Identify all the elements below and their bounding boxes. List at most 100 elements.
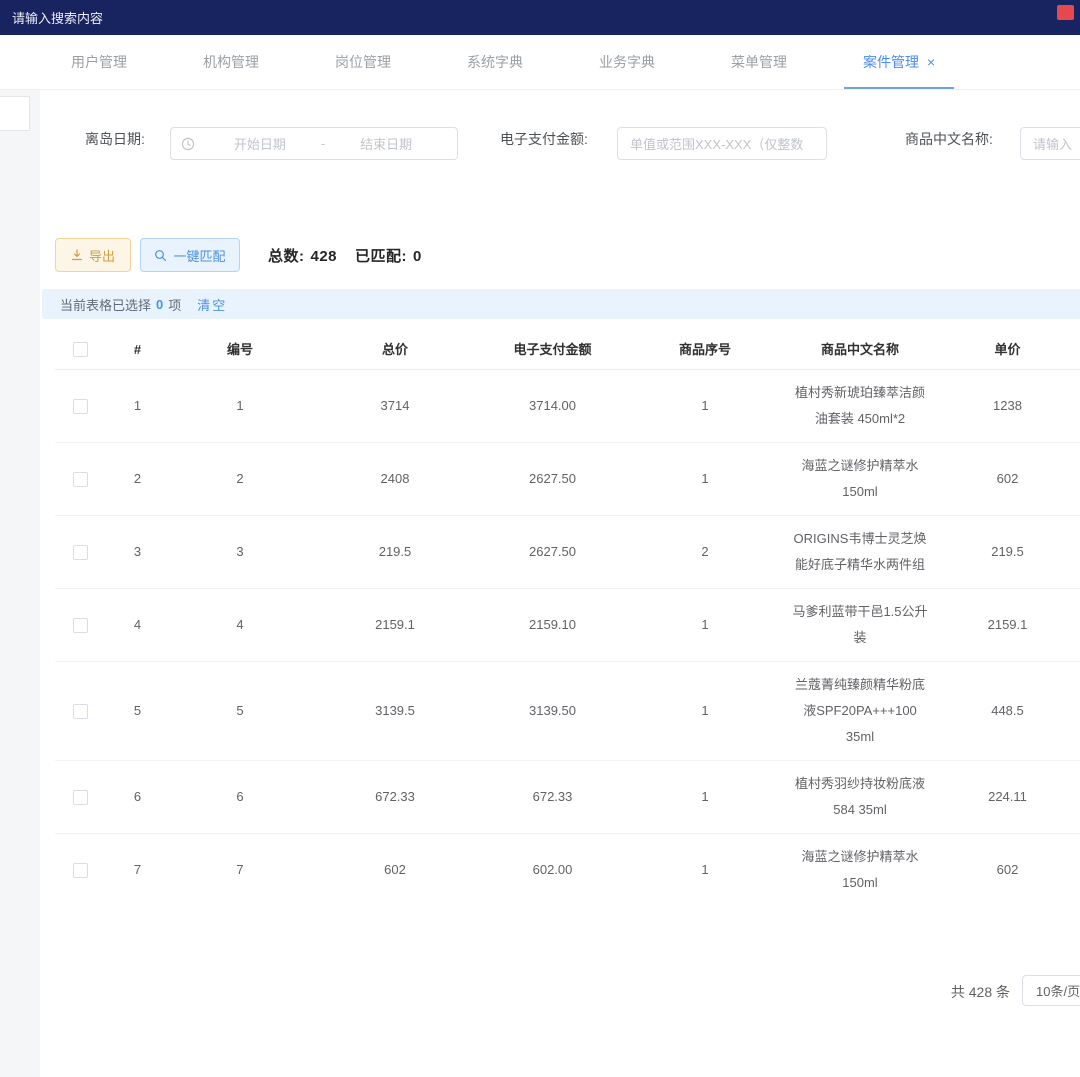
cell-unit_price: 602 (997, 857, 1019, 883)
export-button[interactable]: 导出 (55, 238, 131, 272)
tab-label: 机构管理 (203, 52, 259, 72)
row-checkbox[interactable] (73, 618, 88, 633)
clear-selection-link[interactable]: 清空 (197, 295, 227, 314)
cell-item_no: 1 (701, 612, 708, 638)
cell-code: 7 (236, 857, 243, 883)
table-row: 2224082627.501海蓝之谜修护精萃水 150ml602 (55, 443, 1080, 516)
case-table: #编号总价电子支付金额商品序号商品中文名称单价 1137143714.001植村… (55, 330, 1080, 903)
cell-name: 马爹利蓝带干邑1.5公升装 (791, 599, 929, 651)
cell-item_no: 2 (701, 539, 708, 565)
epay-amount-input[interactable]: 单值或范围XXX-XXX（仅整数 (617, 127, 827, 160)
tab-label: 系统字典 (467, 52, 523, 72)
row-checkbox[interactable] (73, 545, 88, 560)
end-date-placeholder[interactable]: 结束日期 (325, 134, 447, 153)
tab-6[interactable]: 菜单管理 (712, 35, 806, 89)
date-filter-label: 离岛日期: (85, 129, 145, 149)
table-row: 1137143714.001植村秀新琥珀臻萃洁颜油套装 450ml*21238 (55, 370, 1080, 443)
cell-index: 6 (134, 784, 141, 810)
cell-total: 2159.1 (375, 612, 415, 638)
page-size-select[interactable]: 10条/页 (1022, 975, 1080, 1006)
match-stats: 总数:428已匹配:0 (268, 245, 428, 266)
epay-amount-placeholder: 单值或范围XXX-XXX（仅整数 (630, 134, 803, 153)
cell-index: 5 (134, 698, 141, 724)
total-value: 428 (311, 248, 338, 265)
matched-value: 0 (413, 248, 422, 265)
row-checkbox[interactable] (73, 790, 88, 805)
cell-code: 1 (236, 393, 243, 419)
column-header: # (134, 337, 141, 363)
tab-7[interactable]: 案件管理× (844, 35, 954, 89)
cell-epay: 2627.50 (529, 466, 576, 492)
cell-total: 672.33 (375, 784, 415, 810)
table-row: 5 5 3139.5 3139.50 1 兰蔻菁纯臻颜精华粉底液SPF20PA+++100… (55, 662, 1080, 761)
tab-5[interactable]: 业务字典 (580, 35, 674, 89)
table-header-row: #编号总价电子支付金额商品序号商品中文名称单价 (55, 330, 1080, 370)
cell-item_no: 1 (701, 393, 708, 419)
selection-suffix: 项 (168, 295, 181, 314)
selection-bar: 当前表格已选择 0 项 清空 (42, 289, 1080, 319)
cell-unit_price: 448.5 (991, 698, 1024, 724)
global-search-input[interactable]: 请输入搜索内容 (12, 8, 103, 27)
cell-code: 2 (236, 466, 243, 492)
download-icon (71, 249, 83, 261)
cell-unit_price: 224.11 (988, 784, 1027, 810)
cell-total: 602 (384, 857, 406, 883)
tab-2[interactable]: 机构管理 (184, 35, 278, 89)
product-name-input[interactable]: 请输入 (1020, 127, 1080, 160)
cell-name: 兰蔻菁纯臻颜精华粉底液SPF20PA+++100 35ml (791, 672, 929, 750)
cell-name: 植村秀新琥珀臻萃洁颜油套装 450ml*2 (791, 380, 929, 432)
pagination-total: 共 428 条 (951, 982, 1010, 1002)
cell-item_no: 1 (701, 857, 708, 883)
table-row: 77602602.001海蓝之谜修护精萃水 150ml602 (55, 834, 1080, 903)
table-body: 1137143714.001植村秀新琥珀臻萃洁颜油套装 450ml*212382… (55, 370, 1080, 903)
row-checkbox[interactable] (73, 863, 88, 878)
row-checkbox[interactable] (73, 399, 88, 414)
cell-code: 5 (236, 698, 243, 724)
cell-total: 3139.5 (375, 698, 415, 724)
cell-unit_price: 2159.1 (988, 612, 1028, 638)
select-all-checkbox[interactable] (73, 342, 88, 357)
cell-index: 2 (134, 466, 141, 492)
row-checkbox[interactable] (73, 704, 88, 719)
date-range-input[interactable]: 开始日期 - 结束日期 (170, 127, 458, 160)
cell-item_no: 1 (701, 698, 708, 724)
tab-bar: 用户管理 机构管理 岗位管理 系统字典 业务字典菜单管理案件管理× (0, 35, 1080, 90)
matched-label: 已匹配: (355, 248, 407, 265)
tab-label: 岗位管理 (335, 52, 391, 72)
cell-epay: 3714.00 (529, 393, 576, 419)
column-header: 商品序号 (679, 337, 731, 363)
cell-name: 海蓝之谜修护精萃水 150ml (791, 453, 929, 505)
cell-epay: 2627.50 (529, 539, 576, 565)
search-icon (154, 249, 167, 262)
cell-name: 海蓝之谜修护精萃水 150ml (791, 844, 929, 896)
row-checkbox[interactable] (73, 472, 88, 487)
tab-label: 用户管理 (71, 52, 127, 72)
table-row: 66672.33672.331植村秀羽纱持妆粉底液 584 35ml224.11 (55, 761, 1080, 834)
cell-epay: 3139.50 (529, 698, 576, 724)
clock-icon (181, 137, 195, 151)
cell-code: 6 (236, 784, 243, 810)
tab-1[interactable]: 用户管理 (52, 35, 146, 89)
cell-index: 1 (134, 393, 141, 419)
cell-unit_price: 602 (997, 466, 1019, 492)
column-header: 电子支付金额 (513, 337, 591, 363)
notification-badge-icon[interactable] (1057, 5, 1074, 20)
tab-close-icon[interactable]: × (927, 55, 935, 69)
top-bar: 请输入搜索内容 (0, 0, 1080, 35)
start-date-placeholder[interactable]: 开始日期 (199, 134, 321, 153)
cell-item_no: 1 (701, 784, 708, 810)
pagination-bar: 共 428 条 10条/页 (0, 973, 1080, 1009)
cell-item_no: 1 (701, 466, 708, 492)
cell-total: 219.5 (379, 539, 412, 565)
column-header: 单价 (994, 337, 1020, 363)
filter-bar: 离岛日期: 开始日期 - 结束日期 电子支付金额: 单值或范围XXX-XXX（仅… (0, 120, 1080, 170)
column-header: 总价 (382, 337, 408, 363)
product-name-placeholder: 请输入 (1033, 134, 1072, 153)
page-size-value: 10条/页 (1036, 981, 1080, 1000)
tab-4[interactable]: 系统字典 (448, 35, 542, 89)
tab-3[interactable]: 岗位管理 (316, 35, 410, 89)
cell-epay: 2159.10 (529, 612, 576, 638)
one-key-match-button[interactable]: 一键匹配 (140, 238, 240, 272)
cell-unit_price: 1238 (993, 393, 1022, 419)
table-row: 33219.52627.502ORIGINS韦博士灵芝焕能好底子精华水两件组21… (55, 516, 1080, 589)
